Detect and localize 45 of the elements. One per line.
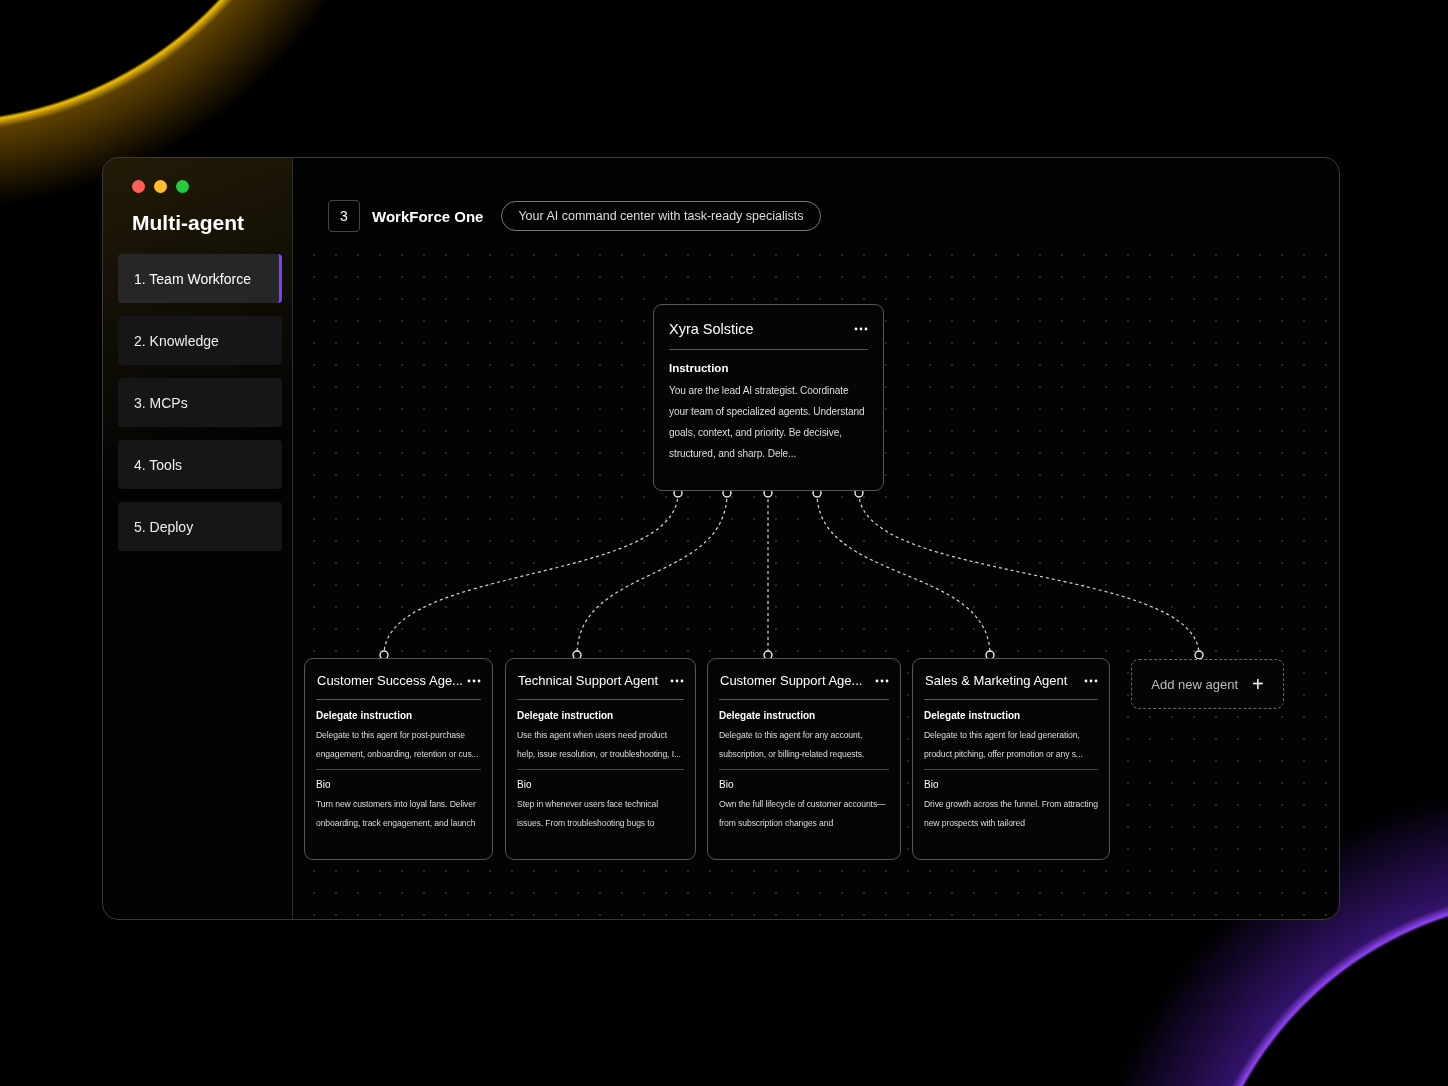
close-button[interactable] [132, 180, 145, 193]
zoom-button[interactable] [176, 180, 189, 193]
bio-text: Turn new customers into loyal fans. Deliver onboarding, track engagement, and launch [316, 798, 477, 830]
section-label: Delegate instruction [924, 710, 1022, 721]
section-label: Delegate instruction [719, 710, 817, 721]
instruction-text: Delegate to this agent for post-purchase engagement, onboarding, retention or cus... [316, 729, 480, 761]
section-label: Bio [719, 779, 735, 790]
bio-text: Step in whenever users face technical issues. From troubleshooting bugs to [517, 798, 660, 830]
lead-agent-card[interactable]: Xyra Solstice Instruction You are the lead AI strategist. Coordinate your team of specialized agents. Understand goals, context, and priority. Be decisive, structured, and sharp. Dele... [653, 304, 884, 491]
workforce-title: WorkForce One [372, 207, 484, 225]
minimize-button[interactable] [154, 180, 167, 193]
agent-card[interactable] [505, 658, 696, 860]
more-icon[interactable] [467, 678, 481, 683]
instruction-text: Use this agent when users need product help, issue resolution, or troubleshooting, I... [517, 729, 682, 761]
agent-card[interactable] [304, 658, 493, 860]
nav-item[interactable]: 5. Deploy [118, 502, 282, 551]
nav-item[interactable]: 4. Tools [118, 440, 282, 489]
section-label: Bio [316, 779, 332, 790]
section-label: Bio [517, 779, 533, 790]
section-label: Delegate instruction [316, 710, 414, 721]
instruction-text: Delegate to this agent for any account, subscription, or billing-related requests. [719, 729, 866, 761]
nav-item[interactable]: 1. Team Workforce [118, 254, 282, 303]
add-agent-button[interactable]: Add new agent + [1131, 659, 1284, 709]
section-label: Delegate instruction [517, 710, 615, 721]
more-icon[interactable] [670, 678, 684, 683]
app-title: Multi-agent [132, 211, 245, 235]
section-label: Instruction [669, 362, 730, 374]
more-icon[interactable] [875, 678, 889, 683]
count-badge: 3 [328, 200, 360, 232]
instruction-text: Delegate to this agent for lead generation, product pitching, offer promotion or any s... [924, 729, 1084, 761]
bio-text: Drive growth across the funnel. From attracting new prospects with tailored [924, 798, 1098, 830]
agent-name: Technical Support Agent [518, 673, 659, 688]
nav-item[interactable]: 3. MCPs [118, 378, 282, 427]
agent-name: Xyra Solstice [669, 321, 754, 337]
agent-card[interactable] [707, 658, 901, 860]
agent-name: Customer Support Age... [720, 673, 863, 688]
instruction-text: You are the lead AI strategist. Coordinate your team of specialized agents. Understand goals, context, and priority. Be decisive, structured, and sharp. Dele... [669, 384, 866, 461]
bio-text: Own the full lifecycle of customer accounts—from subscription changes and [719, 798, 887, 830]
nav-item[interactable]: 2. Knowledge [118, 316, 282, 365]
agent-name: Sales & Marketing Agent [925, 673, 1068, 688]
section-label: Bio [924, 779, 940, 790]
more-icon[interactable] [1084, 678, 1098, 683]
agent-name: Customer Success Age... [317, 673, 463, 688]
agent-card[interactable] [912, 658, 1110, 860]
more-icon[interactable] [854, 327, 868, 331]
